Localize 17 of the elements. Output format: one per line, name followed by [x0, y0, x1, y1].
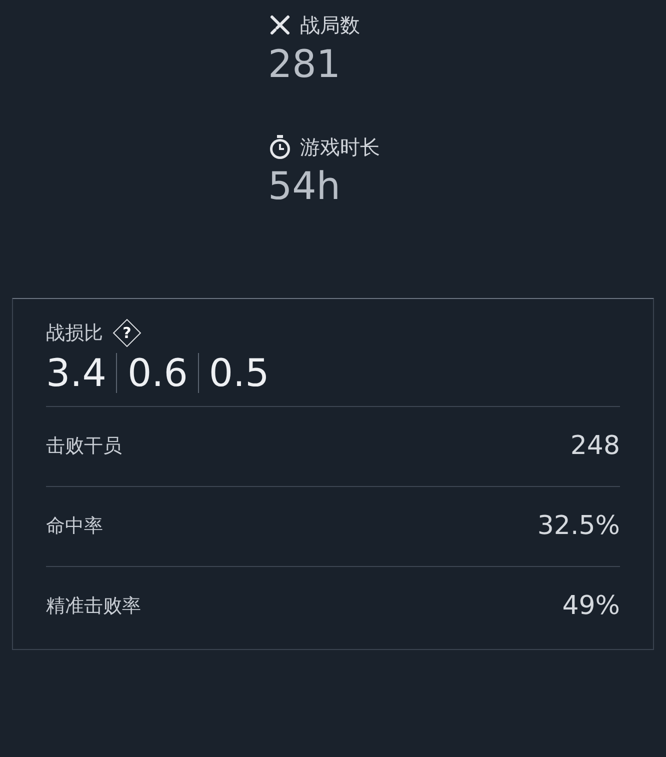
stopwatch-icon	[268, 134, 292, 160]
stat-label: 游戏时长	[300, 134, 380, 161]
stat-value: 281	[268, 41, 341, 88]
help-button[interactable]: ?	[113, 319, 141, 348]
stat-value: 248	[570, 430, 620, 462]
ratio-value: 3.4	[46, 350, 106, 396]
stat-value: 32.5%	[537, 510, 620, 542]
stat-label: 战局数	[300, 12, 360, 39]
stat-value: 49%	[562, 590, 620, 622]
stat-label: 击败干员	[46, 434, 122, 459]
ratio-value: 0.6	[127, 350, 188, 396]
ratio-label: 战损比	[46, 321, 103, 346]
stat-value: 54h	[268, 163, 340, 210]
stat-label: 精准击败率	[46, 594, 141, 619]
crossed-swords-icon	[268, 13, 292, 37]
ratio-value: 0.5	[208, 350, 270, 396]
stat-label: 命中率	[46, 514, 103, 539]
